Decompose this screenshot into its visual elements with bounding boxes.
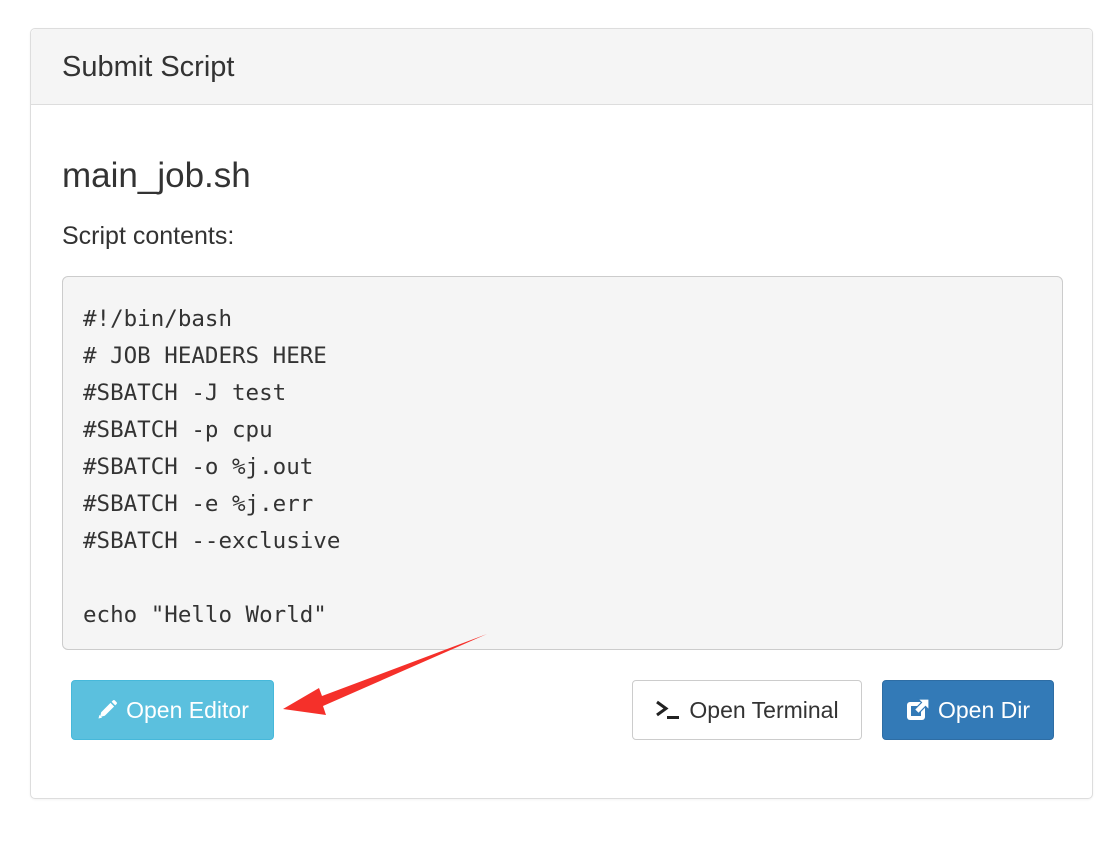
pencil-icon [96,699,118,721]
open-dir-label: Open Dir [937,696,1031,723]
script-line: #SBATCH -o %j.out [83,454,314,480]
submit-script-panel: Submit Script main_job.sh Script content… [30,28,1093,799]
script-contents-code: #!/bin/bash # JOB HEADERS HERE #SBATCH -J … [62,276,1063,650]
job-script-name: main_job.sh [62,156,251,195]
script-line: echo "Hello World" [83,602,327,628]
script-line [83,560,1062,597]
panel-heading: Submit Script [31,29,1092,105]
panel-title: Submit Script [62,51,235,83]
open-terminal-button[interactable]: Open Terminal [632,680,862,740]
script-line: # JOB HEADERS HERE [83,343,327,369]
terminal-icon [655,699,681,721]
open-editor-button[interactable]: Open Editor [71,680,274,740]
script-line: #SBATCH --exclusive [83,528,341,554]
external-link-icon [906,698,930,722]
script-line: #SBATCH -e %j.err [83,491,314,517]
script-line: #!/bin/bash [83,306,233,332]
script-line: #SBATCH -J test [83,380,287,406]
open-terminal-label: Open Terminal [689,696,839,723]
script-contents-label: Script contents: [62,222,235,250]
script-line: #SBATCH -p cpu [83,417,273,443]
open-editor-label: Open Editor [126,696,249,723]
open-dir-button[interactable]: Open Dir [882,680,1054,740]
